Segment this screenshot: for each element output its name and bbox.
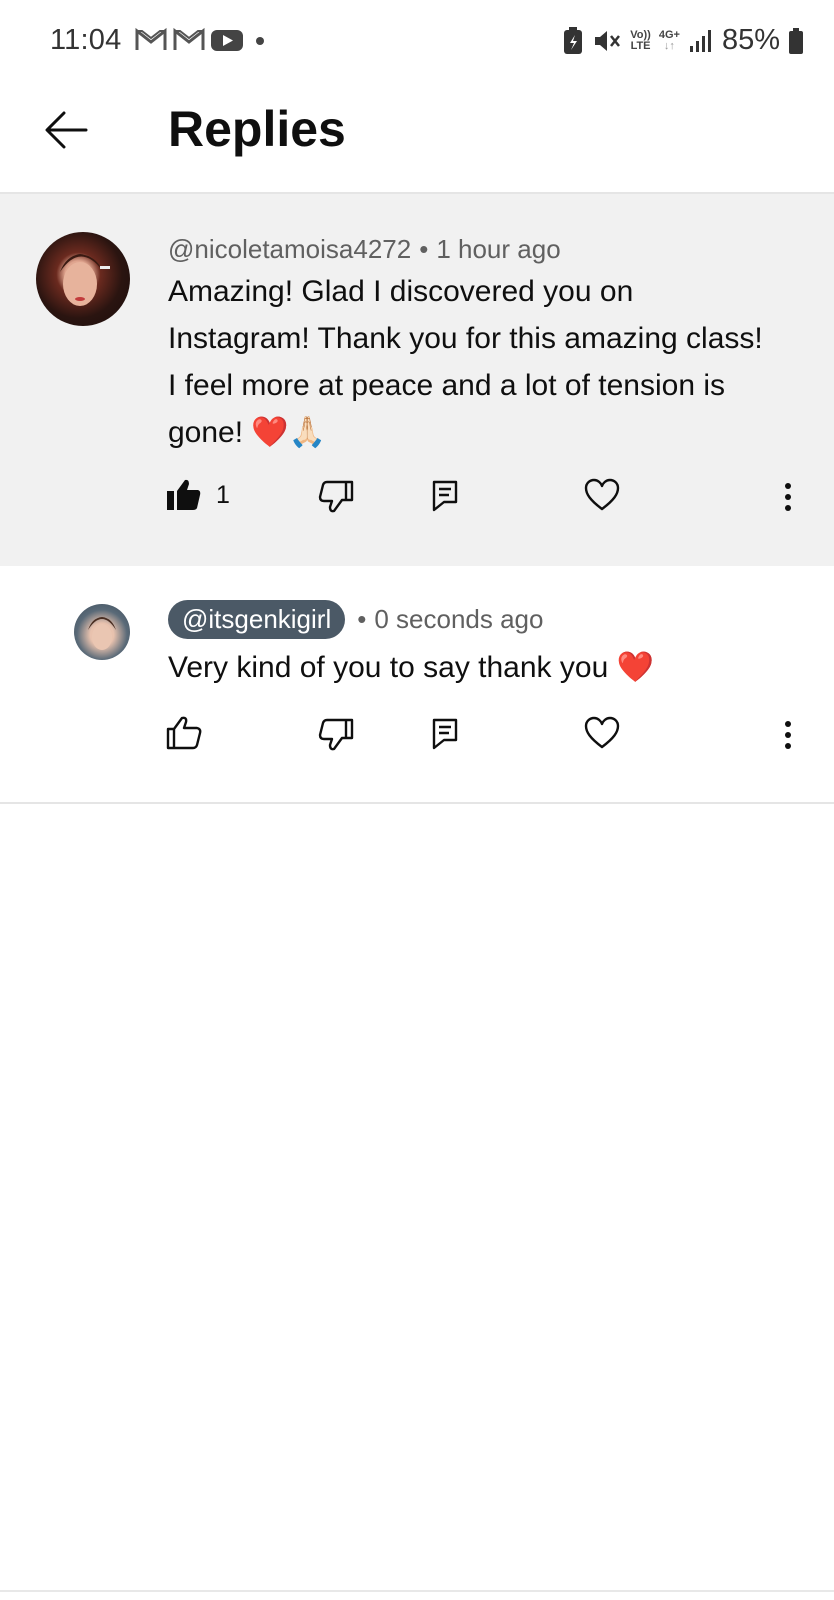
youtube-icon: [211, 30, 243, 51]
header: Replies: [0, 84, 834, 194]
arrow-left-icon: [45, 111, 88, 149]
comment-time: 1 hour ago: [436, 234, 561, 264]
like-button[interactable]: [166, 716, 202, 750]
comment-text: Amazing! Glad I discovered you on Instag…: [168, 275, 763, 449]
meta-separator: •: [419, 234, 429, 264]
avatar-portrait: [60, 254, 110, 306]
dislike-button[interactable]: [318, 718, 354, 752]
battery-percent: 85%: [721, 24, 780, 56]
mute-icon: [595, 30, 621, 51]
battery-saver-icon: [564, 26, 583, 54]
status-time: 11:04: [50, 24, 122, 56]
more-vertical-icon: [785, 483, 791, 511]
thumbs-up-icon: [167, 479, 201, 510]
avatar[interactable]: [36, 232, 130, 326]
heart-icon: [584, 478, 620, 511]
lte-label: LTE: [630, 39, 651, 52]
gmail-icon: [173, 27, 205, 50]
reply-button[interactable]: [432, 718, 458, 750]
volte-indicator: Vo)) LTE: [630, 28, 651, 52]
dislike-button[interactable]: [318, 480, 354, 514]
avatar[interactable]: [74, 604, 130, 660]
gmail-icon: [135, 27, 167, 50]
heart-button[interactable]: [584, 478, 620, 512]
bottom-divider: [0, 1590, 834, 1592]
volte-label: Vo)): [630, 28, 651, 41]
more-options-button[interactable]: [784, 482, 792, 512]
comment-actions: [0, 716, 834, 766]
comment-author[interactable]: @nicoletamoisa4272: [168, 234, 411, 265]
notification-icons: [134, 27, 272, 53]
back-button[interactable]: [36, 102, 96, 158]
reply-button[interactable]: [432, 480, 458, 512]
parent-comment: @nicoletamoisa4272 • 1 hour ago Amazing!…: [0, 194, 834, 566]
status-right: Vo)) LTE 4G+ ↓↑ 85%: [562, 24, 804, 57]
comment-text: Very kind of you to say thank you ❤️: [168, 651, 654, 684]
comment-time: 0 seconds ago: [374, 604, 544, 634]
more-options-button[interactable]: [784, 720, 792, 750]
comment-meta: @nicoletamoisa4272 • 1 hour ago: [168, 234, 561, 265]
thumbs-up-icon: [166, 716, 202, 750]
reply-icon: [432, 718, 458, 750]
comment-meta: @itsgenkigirl • 0 seconds ago: [168, 600, 543, 639]
comment-actions: 1: [0, 478, 834, 528]
page-title: Replies: [168, 101, 346, 157]
battery-icon: [789, 27, 803, 54]
thumbs-down-icon: [318, 480, 354, 513]
thumbs-down-icon: [318, 718, 354, 751]
avatar-portrait: [88, 617, 116, 650]
data-activity-label: ↓↑: [663, 39, 675, 52]
reply-icon: [432, 480, 458, 512]
signal-icon: [689, 29, 711, 52]
like-button[interactable]: 1: [166, 478, 230, 512]
creator-handle-badge[interactable]: @itsgenkigirl: [168, 600, 346, 639]
network-gen-label: 4G+: [658, 28, 680, 41]
network-gen-indicator: 4G+ ↓↑: [658, 28, 680, 52]
heart-icon: [584, 716, 620, 749]
heart-button[interactable]: [584, 716, 620, 750]
more-vertical-icon: [785, 721, 791, 749]
meta-separator: •: [357, 604, 367, 634]
like-count: 1: [216, 480, 230, 509]
status-bar: 11:04 Vo)) LTE 4G+ ↓↑ 85%: [0, 0, 834, 84]
dot-icon: [256, 37, 264, 45]
reply-comment: @itsgenkigirl • 0 seconds ago Very kind …: [0, 566, 834, 804]
